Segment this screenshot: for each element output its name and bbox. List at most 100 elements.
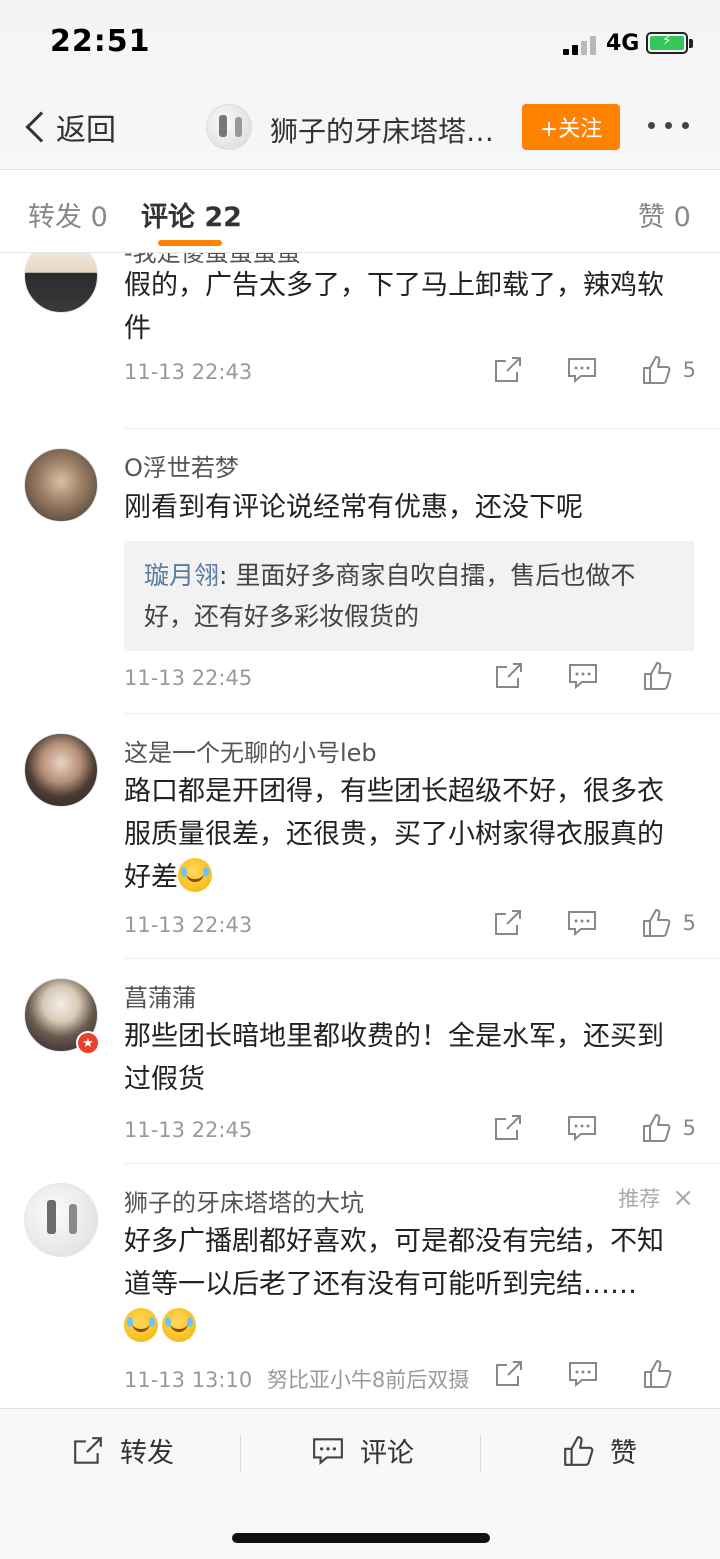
divider [480, 1435, 481, 1473]
comment-text: 刚看到有评论说经常有优惠，还没下呢 [124, 492, 583, 523]
close-icon[interactable]: × [672, 1183, 694, 1213]
thumb-up-icon [642, 356, 671, 384]
comment-text: 路口都是开团得，有些团长超级不好，很多衣服质量很差，还很贵，买了小树家得衣服真的… [124, 770, 684, 899]
share-icon [496, 1361, 522, 1386]
avatar[interactable] [24, 448, 98, 522]
share-button[interactable] [493, 356, 523, 384]
tab-comments[interactable]: 评论 22 [141, 195, 242, 234]
thumb-up-icon [644, 662, 672, 690]
share-icon [496, 663, 522, 688]
like-count: 5 [682, 911, 696, 935]
more-options-icon[interactable] [648, 122, 689, 129]
top-bar: 22:51 4G ⚡ 返回 狮子的牙床塔塔… +关注 [0, 0, 720, 170]
comment-meta: 11-13 13:10 努比亚小牛8前后双摄 [124, 1364, 469, 1394]
comment-time: 11-13 22:45 [124, 1118, 253, 1142]
thumb-up-icon [642, 909, 671, 937]
comment-time: 11-13 22:43 [124, 913, 253, 937]
thumb-up-icon [644, 1360, 672, 1388]
reply-button[interactable] [568, 662, 598, 690]
comment-actions: 5 [449, 355, 696, 385]
signal-icon [563, 35, 597, 55]
divider [240, 1435, 241, 1473]
comment-time: 11-13 22:45 [124, 666, 253, 690]
share-icon [494, 357, 521, 382]
chevron-left-icon [25, 111, 57, 143]
recommend-tag: 推荐 × [618, 1183, 694, 1213]
back-button[interactable]: 返回 [22, 105, 116, 149]
comment-item: O浮世若梦 刚看到有评论说经常有优惠，还没下呢 璇月翎: 里面好多商家自吹自擂，… [0, 428, 720, 714]
follow-button[interactable]: +关注 [522, 104, 620, 150]
tab-likes[interactable]: 赞 0 [638, 195, 691, 234]
share-button[interactable] [494, 662, 524, 690]
share-button[interactable] [493, 909, 523, 937]
comment-button[interactable]: 评论 [312, 1431, 414, 1470]
comment-time: 11-13 13:10 [124, 1368, 253, 1392]
bottom-action-bar: 转发 评论 赞 [0, 1408, 720, 1559]
comment-icon [569, 1362, 597, 1388]
back-label: 返回 [56, 113, 116, 148]
reply-button[interactable] [567, 356, 597, 384]
battery-tip [689, 39, 693, 48]
comment-label: 评论 [360, 1438, 414, 1469]
laugh-cry-emoji-icon [162, 1308, 196, 1342]
active-tab-indicator [158, 240, 222, 246]
page-title[interactable]: 狮子的牙床塔塔… [270, 110, 510, 150]
status-time: 22:51 [50, 24, 151, 59]
comment-username[interactable]: 狮子的牙床塔塔的大坑 [124, 1183, 364, 1218]
reply-button[interactable] [567, 1114, 597, 1142]
share-button[interactable] [493, 1114, 523, 1142]
avatar[interactable] [24, 1183, 98, 1257]
comment-text: 那些团长暗地里都收费的！全是水军，还买到过假货 [124, 1021, 664, 1095]
tab-bar: 转发 0 评论 22 赞 0 [0, 171, 720, 253]
page: 22:51 4G ⚡ 返回 狮子的牙床塔塔… +关注 转发 0 评论 22 赞 … [0, 0, 720, 1559]
avatar[interactable] [24, 733, 98, 807]
share-button[interactable] [494, 1360, 524, 1388]
reply-preview[interactable]: 璇月翎: 里面好多商家自吹自擂，售后也做不好，还有好多彩妆假货的 [124, 541, 694, 651]
comment-icon [569, 664, 597, 690]
network-label: 4G [606, 31, 640, 56]
comment-actions [450, 661, 696, 691]
comment-username[interactable]: 菖蒲蒲 [124, 978, 196, 1013]
comment-text: 好多广播剧都好喜欢，可是都没有完结，不知道等一以后老了还有没有可能听到完结…… [124, 1220, 684, 1349]
home-indicator[interactable] [232, 1533, 490, 1543]
laugh-cry-emoji-icon [178, 858, 212, 892]
reply-button[interactable] [567, 909, 597, 937]
comment-icon [567, 911, 596, 937]
comment-actions: 5 [449, 1113, 696, 1143]
like-button[interactable]: 5 [641, 355, 696, 385]
battery-icon: ⚡ [646, 32, 688, 54]
like-post-button[interactable]: 赞 [562, 1431, 637, 1470]
comment-device: 努比亚小牛8前后双摄 [266, 1368, 470, 1392]
comment-item: 这是一个无聊的小号leb 路口都是开团得，有些团长超级不好，很多衣服质量很差，还… [0, 713, 720, 959]
repost-label: 转发 [120, 1438, 174, 1469]
author-avatar[interactable] [206, 104, 252, 150]
verified-badge-icon: ★ [76, 1031, 100, 1055]
share-icon [494, 1115, 521, 1140]
share-icon [74, 1436, 102, 1464]
recommend-label: 推荐 [618, 1187, 661, 1211]
like-button[interactable]: 5 [641, 908, 696, 938]
like-button[interactable] [642, 661, 696, 691]
share-icon [494, 910, 521, 935]
comment-username[interactable]: O浮世若梦 [124, 448, 239, 483]
reply-button[interactable] [568, 1360, 598, 1388]
reply-username[interactable]: 璇月翎 [144, 561, 219, 590]
comment-username[interactable]: 这是一个无聊的小号leb [124, 733, 377, 768]
comment-icon [567, 1116, 596, 1142]
comment-list[interactable]: -我是傻蛋蛋蛋蛋 假的，广告太多了，下了马上卸载了，辣鸡软件 11-13 22:… [0, 253, 720, 1408]
tab-reposts[interactable]: 转发 0 [28, 195, 108, 234]
like-button[interactable] [642, 1359, 696, 1389]
thumb-up-icon [642, 1114, 671, 1142]
like-count: 5 [682, 358, 696, 382]
repost-button[interactable]: 转发 [72, 1431, 174, 1470]
comment-icon [567, 358, 596, 384]
comment-item: ★ 菖蒲蒲 那些团长暗地里都收费的！全是水军，还买到过假货 11-13 22:4… [0, 958, 720, 1164]
comment-icon [313, 1437, 343, 1465]
laugh-cry-emoji-icon [124, 1308, 158, 1342]
avatar[interactable] [24, 253, 98, 313]
comment-actions: 5 [449, 908, 696, 938]
comment-time: 11-13 22:43 [124, 360, 253, 384]
thumb-up-icon [564, 1435, 594, 1466]
comment-text-content: 好多广播剧都好喜欢，可是都没有完结，不知道等一以后老了还有没有可能听到完结…… [124, 1226, 664, 1300]
like-button[interactable]: 5 [641, 1113, 696, 1143]
